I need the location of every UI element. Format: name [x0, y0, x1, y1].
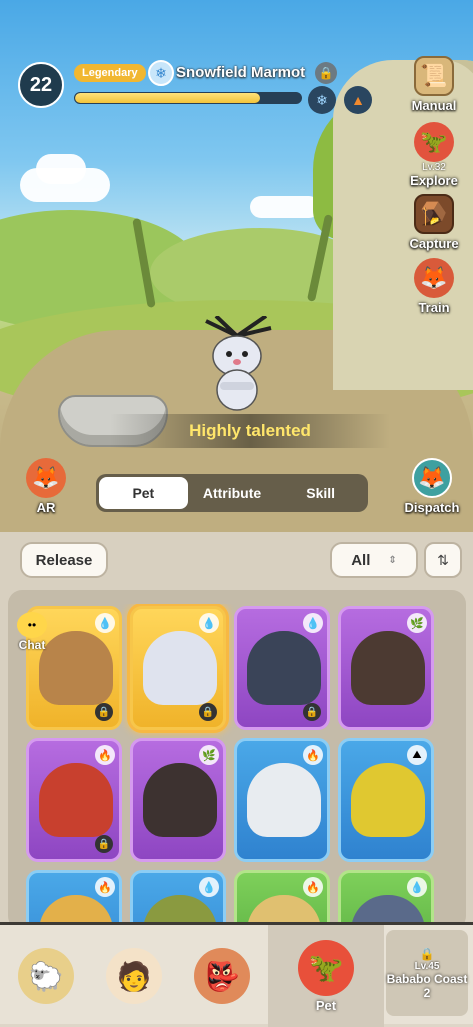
villager-avatar-icon: 🐑	[18, 948, 74, 1004]
lock-icon: 🔒	[95, 703, 113, 721]
water-icon: 💧	[199, 877, 219, 897]
pet-portrait	[143, 631, 217, 705]
explore-label: Explore	[410, 173, 458, 188]
ar-camera-icon: 🦊	[26, 458, 66, 498]
xp-bar	[74, 92, 302, 104]
train-button[interactable]: 🦊 Train	[404, 258, 464, 315]
pet-card[interactable]: 🌿	[130, 738, 226, 862]
pet-card[interactable]: 🌿	[338, 606, 434, 730]
capture-label: Capture	[409, 236, 459, 251]
xp-bar-fill	[75, 93, 261, 103]
rarity-badge: Legendary	[74, 64, 146, 82]
pet-portrait	[143, 763, 217, 837]
cage-icon: 🪤	[414, 194, 454, 234]
player-level-badge: 22	[18, 62, 64, 108]
pet-portrait	[351, 631, 425, 705]
tab-pet[interactable]: Pet	[99, 477, 188, 509]
pet-portrait	[247, 631, 321, 705]
lock-icon: 🔒	[303, 703, 321, 721]
pet-scene: 22 Legendary ❄ Snowfield Marmot 🔒 ❄ ▲ 📜 …	[0, 0, 473, 532]
dispatch-icon: 🦊	[412, 458, 452, 498]
fire-icon: 🔥	[303, 745, 323, 765]
cloud	[250, 196, 320, 218]
ar-label: AR	[36, 500, 56, 515]
chat-button[interactable]: •• Chat	[12, 612, 52, 652]
tribal-mask-icon: 👺	[194, 948, 250, 1004]
snowfield-marmot-figure[interactable]	[196, 316, 278, 412]
player-avatar-icon: 🧑	[106, 948, 162, 1004]
talent-text: Highly talented	[110, 414, 390, 448]
water-icon: 💧	[407, 877, 427, 897]
chat-icon: ••	[17, 612, 47, 638]
earth-icon: ⛰	[407, 745, 427, 765]
fire-icon: 🔥	[95, 745, 115, 765]
filter-dropdown[interactable]: All ⇕	[330, 542, 418, 578]
lock-icon[interactable]: 🔒	[315, 62, 337, 84]
pet-card[interactable]: 🔥 🔒	[26, 738, 122, 862]
pet-avatar-icon: 🦖	[298, 939, 354, 996]
fire-icon: 🔥	[303, 877, 323, 897]
nav-character-3[interactable]: 👺	[180, 925, 264, 1027]
filter-value: All	[351, 551, 371, 569]
pet-grid: 💧 🔒 💧 🔒 💧 🔒 🌿 🔥 🔒 🌿 🔥 ⛰ 🔥 💧 🔥 💧	[24, 604, 454, 934]
ar-button[interactable]: 🦊 AR	[16, 458, 76, 515]
chat-label: Chat	[18, 638, 46, 652]
pet-portrait	[351, 763, 425, 837]
lock-icon: 🔒	[95, 835, 113, 853]
water-icon: 💧	[95, 613, 115, 633]
pet-tabs: Pet Attribute Skill	[96, 474, 368, 512]
water-icon: 💧	[199, 613, 219, 633]
nav-pet[interactable]: 🦖 Pet	[268, 925, 384, 1027]
manual-button[interactable]: 📜 Manual	[404, 56, 464, 113]
explore-icon: 🦖	[414, 122, 454, 162]
dispatch-label: Dispatch	[404, 500, 460, 515]
tab-skill[interactable]: Skill	[276, 477, 365, 509]
lock-icon: 🔒	[419, 946, 435, 961]
train-icon: 🦊	[414, 258, 454, 298]
explore-button[interactable]: 🦖 Lv.32 Explore	[404, 122, 464, 188]
manual-book-icon: 📜	[414, 56, 454, 96]
pet-card[interactable]: 💧 🔒	[234, 606, 330, 730]
pet-card[interactable]: 🔥	[234, 738, 330, 862]
water-element-icon: ❄	[148, 60, 174, 86]
capture-button[interactable]: 🪤 Capture	[404, 194, 464, 251]
leaf-icon: 🌿	[407, 613, 427, 633]
water-icon: 💧	[303, 613, 323, 633]
nav-character-1[interactable]: 🐑	[4, 925, 88, 1027]
pet-portrait	[247, 763, 321, 837]
train-label: Train	[418, 300, 450, 315]
pet-portrait	[39, 763, 113, 837]
lock-icon: 🔒	[199, 703, 217, 721]
snowflake-icon[interactable]: ❄	[308, 86, 336, 114]
dispatch-button[interactable]: 🦊 Dispatch	[402, 458, 462, 515]
cloud	[36, 154, 86, 184]
fire-terrain-icon[interactable]: ▲	[344, 86, 372, 114]
explore-level-tag: Lv.32	[422, 162, 446, 173]
pet-card[interactable]: ⛰	[338, 738, 434, 862]
pet-name: Snowfield Marmot	[176, 64, 306, 81]
nav-pet-label: Pet	[315, 997, 337, 1013]
release-button[interactable]: Release	[20, 542, 108, 578]
leaf-icon: 🌿	[199, 745, 219, 765]
fire-icon: 🔥	[95, 877, 115, 897]
locked-stage-level: Lv.45	[414, 960, 440, 972]
pet-card[interactable]: 💧 🔒	[130, 606, 226, 730]
manual-label: Manual	[411, 98, 457, 113]
chevron-updown-icon: ⇕	[388, 554, 397, 566]
tab-attribute[interactable]: Attribute	[188, 477, 277, 509]
locked-stage-name: Bababo Coast 2	[386, 971, 468, 1000]
nav-character-2[interactable]: 🧑	[92, 925, 176, 1027]
sort-icon[interactable]: ⇅	[424, 542, 462, 578]
locked-stage-button[interactable]: 🔒 Lv.45 Bababo Coast 2	[386, 930, 468, 1016]
